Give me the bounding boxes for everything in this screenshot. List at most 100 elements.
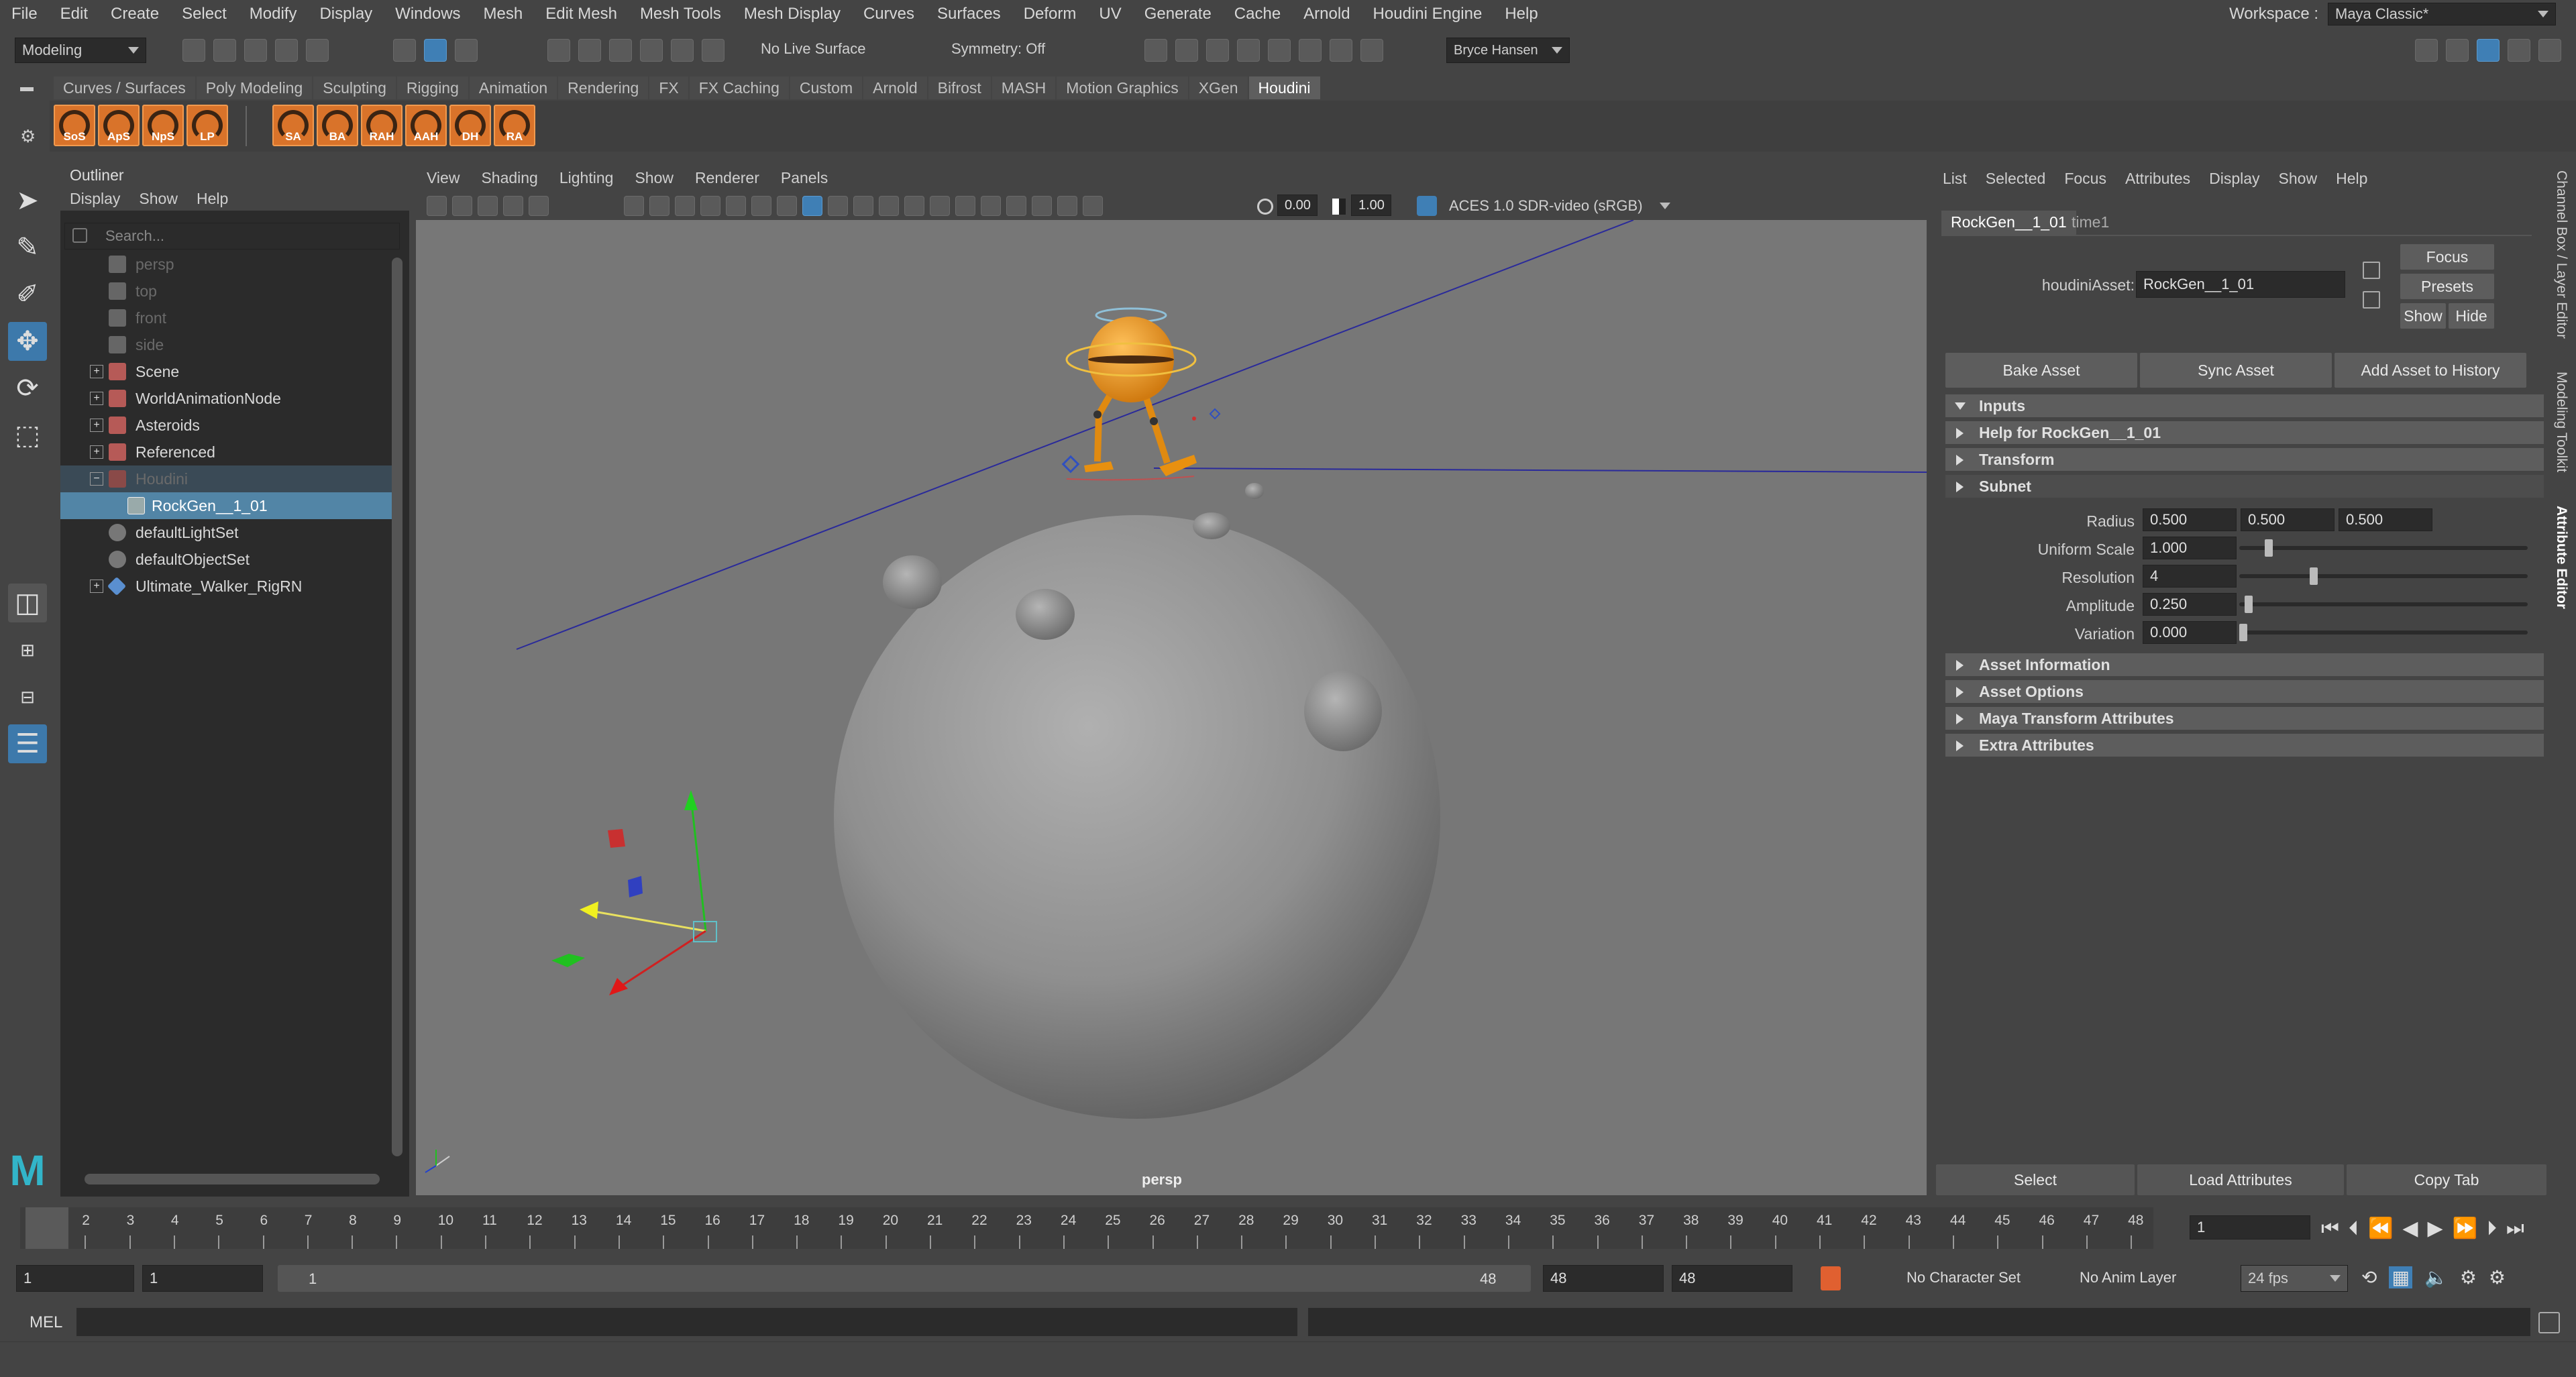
menu-uv[interactable]: UV: [1087, 5, 1132, 23]
attribute-editor-toggle-icon[interactable]: [2477, 39, 2500, 62]
menu-edit[interactable]: Edit: [49, 5, 99, 23]
menu-mesh-tools[interactable]: Mesh Tools: [629, 5, 733, 23]
radius-z-field[interactable]: 0.500: [2339, 508, 2432, 531]
shelf-tab-xgen[interactable]: XGen: [1189, 76, 1248, 99]
walker-character[interactable]: [1061, 307, 1221, 476]
xray-joints-icon[interactable]: [1057, 196, 1077, 216]
menu-cache[interactable]: Cache: [1223, 5, 1292, 23]
outliner-item-side[interactable]: side: [60, 331, 396, 358]
isolate-select-icon[interactable]: [1006, 196, 1026, 216]
workspace-dropdown[interactable]: Maya Classic*: [2328, 3, 2556, 25]
script-editor-icon[interactable]: [2538, 1312, 2560, 1333]
menu-generate[interactable]: Generate: [1133, 5, 1223, 23]
character-set-field[interactable]: No Character Set: [1907, 1269, 2021, 1286]
presets-button[interactable]: Presets: [2400, 274, 2494, 299]
camera-attributes-icon[interactable]: [452, 196, 472, 216]
menu-curves[interactable]: Curves: [852, 5, 926, 23]
shadows-icon[interactable]: [904, 196, 924, 216]
side-tab-modeling-toolkit[interactable]: Modeling Toolkit: [2553, 372, 2569, 472]
ae-tab-time1[interactable]: time1: [2062, 211, 2118, 235]
radius-x-field[interactable]: 0.500: [2143, 508, 2237, 531]
bookmark-icon[interactable]: [478, 196, 498, 216]
resolution-slider[interactable]: [2239, 567, 2528, 585]
menu-create[interactable]: Create: [99, 5, 170, 23]
menu-arnold[interactable]: Arnold: [1292, 5, 1361, 23]
hide-button[interactable]: Hide: [2449, 303, 2494, 329]
shelf-tab-fx-caching[interactable]: FX Caching: [689, 76, 789, 99]
step-back-key-icon[interactable]: ⏪: [2368, 1217, 2393, 1240]
side-tab-channel-box[interactable]: Channel Box / Layer Editor: [2553, 170, 2569, 339]
select-tool-arrow-icon[interactable]: ➤: [8, 181, 47, 220]
frame-subnet[interactable]: Subnet: [1945, 475, 2544, 498]
user-account-dropdown[interactable]: Bryce Hansen: [1446, 38, 1570, 63]
frame-asset-options[interactable]: Asset Options: [1945, 680, 2544, 703]
ae-tab-rockgen[interactable]: RockGen__1_01: [1941, 211, 2076, 235]
viewport-menu-view[interactable]: View: [416, 169, 470, 187]
ae-menu-attributes[interactable]: Attributes: [2116, 170, 2200, 188]
shelf-button-dh[interactable]: DH: [449, 105, 491, 146]
outliner-layout-icon[interactable]: ☰: [8, 724, 47, 763]
viewport-menu-lighting[interactable]: Lighting: [549, 169, 625, 187]
viewport-menu-show[interactable]: Show: [624, 169, 684, 187]
modeling-toolkit-icon[interactable]: [2415, 39, 2438, 62]
menu-select[interactable]: Select: [170, 5, 238, 23]
lasso-tool-icon[interactable]: ✎: [8, 228, 47, 267]
shelf-tab-custom[interactable]: Custom: [790, 76, 863, 99]
menu-modify[interactable]: Modify: [238, 5, 309, 23]
new-scene-icon[interactable]: [182, 39, 205, 62]
add-asset-to-history-button[interactable]: Add Asset to History: [2334, 353, 2526, 388]
menu-file[interactable]: File: [0, 5, 49, 23]
menu-houdini-engine[interactable]: Houdini Engine: [1362, 5, 1494, 23]
move-tool-icon[interactable]: ✥: [8, 322, 47, 361]
outliner-item-referenced[interactable]: + Referenced: [60, 439, 396, 465]
textured-icon[interactable]: [853, 196, 873, 216]
select-hierarchy-icon[interactable]: [393, 39, 416, 62]
range-slider[interactable]: [278, 1265, 1531, 1292]
menu-windows[interactable]: Windows: [384, 5, 472, 23]
animation-end-field[interactable]: 48: [1672, 1265, 1792, 1292]
frame-transform[interactable]: Transform: [1945, 448, 2544, 471]
snap-grid-icon[interactable]: [547, 39, 570, 62]
shelf-tab-sculpting[interactable]: Sculpting: [313, 76, 396, 99]
grease-pencil-icon[interactable]: [529, 196, 549, 216]
menu-display[interactable]: Display: [308, 5, 384, 23]
playback-end-field[interactable]: 48: [1543, 1265, 1664, 1292]
show-button[interactable]: Show: [2400, 303, 2446, 329]
gate-mask-icon[interactable]: [700, 196, 720, 216]
paint-select-tool-icon[interactable]: ✐: [8, 275, 47, 314]
frame-help[interactable]: Help for RockGen__1_01: [1945, 421, 2544, 444]
outliner-menu-display[interactable]: Display: [60, 190, 129, 208]
shelf-tab-curves-surfaces[interactable]: Curves / Surfaces: [54, 76, 195, 99]
step-back-frame-icon[interactable]: ⏴: [2349, 1217, 2359, 1240]
shelf-tab-arnold[interactable]: Arnold: [863, 76, 927, 99]
outliner-horizontal-scrollbar[interactable]: [85, 1174, 380, 1185]
film-gate-icon[interactable]: [649, 196, 669, 216]
menu-deform[interactable]: Deform: [1012, 5, 1088, 23]
frame-maya-transform-attributes[interactable]: Maya Transform Attributes: [1945, 707, 2544, 730]
step-forward-frame-icon[interactable]: ⏵: [2487, 1217, 2497, 1240]
frame-extra-attributes[interactable]: Extra Attributes: [1945, 734, 2544, 757]
shelf-button-rah[interactable]: RAH: [361, 105, 402, 146]
outliner-item-worldanimationnode[interactable]: + WorldAnimationNode: [60, 385, 396, 412]
playback-start-field[interactable]: 1: [142, 1265, 263, 1292]
mode-dropdown[interactable]: Modeling: [15, 38, 146, 63]
time-slider-track[interactable]: [20, 1207, 2153, 1249]
variation-field[interactable]: 0.000: [2143, 621, 2237, 644]
go-to-start-icon[interactable]: ⏮: [2321, 1217, 2339, 1240]
resolution-field[interactable]: 4: [2143, 565, 2237, 588]
menu-mesh[interactable]: Mesh: [472, 5, 535, 23]
pause-viewport-icon[interactable]: [1360, 39, 1383, 62]
slider-thumb[interactable]: [2264, 539, 2273, 557]
outliner-item-top[interactable]: top: [60, 278, 396, 305]
motion-blur-icon[interactable]: [955, 196, 975, 216]
xray-icon[interactable]: [1032, 196, 1052, 216]
collapse-icon[interactable]: −: [90, 472, 103, 486]
step-forward-key-icon[interactable]: ⏩: [2453, 1217, 2477, 1240]
shelf-menu-icon[interactable]: [20, 87, 34, 91]
outliner-menu-help[interactable]: Help: [187, 190, 237, 208]
sound-icon[interactable]: 🔈: [2424, 1266, 2448, 1288]
grid-icon[interactable]: [624, 196, 644, 216]
outliner-item-front[interactable]: front: [60, 305, 396, 331]
shelf-button-ra[interactable]: RA: [494, 105, 535, 146]
anim-layer-field[interactable]: No Anim Layer: [2080, 1269, 2176, 1286]
